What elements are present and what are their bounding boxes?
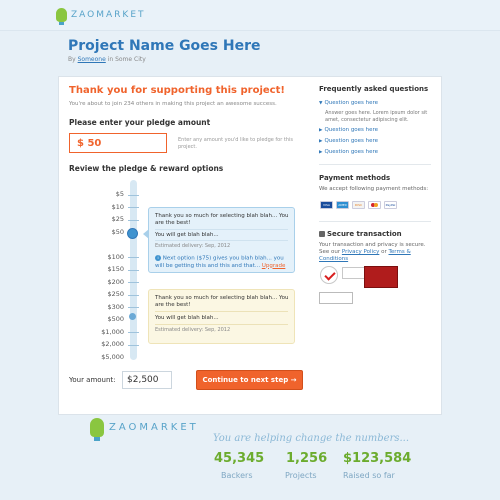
- helping-tagline: You are helping change the numbers...: [213, 433, 410, 444]
- top-bar: ZAOMARKET: [0, 0, 500, 31]
- visa-icon: VISA: [320, 201, 333, 209]
- pledge-value: $ 50: [77, 138, 102, 149]
- reward-delivery: Estimated delivery: Sep, 2012: [155, 243, 231, 249]
- mastercard-icon: [368, 201, 381, 209]
- chevron-right-icon: ▶: [319, 150, 323, 155]
- stat-raised-value: $123,584: [343, 451, 412, 466]
- faq-item[interactable]: ▶ Question goes here: [319, 149, 378, 155]
- slider-tick: [128, 307, 139, 308]
- sitelock-icon: [319, 292, 353, 304]
- stat-backers-value: 45,345: [214, 451, 265, 466]
- your-amount-label: Your amount:: [69, 376, 116, 384]
- reward-option-card[interactable]: Thank you so much for selecting blah bla…: [143, 207, 295, 273]
- stat-projects-label: Projects: [285, 471, 317, 480]
- upgrade-link[interactable]: Upgrade: [262, 263, 286, 269]
- amex-icon: AMEX: [336, 201, 349, 209]
- your-amount-input[interactable]: $2,500: [122, 371, 172, 389]
- divider: [319, 221, 431, 222]
- security-scanned-icon: [364, 266, 398, 288]
- slider-tick: [128, 207, 139, 208]
- amount-option[interactable]: $50: [112, 228, 124, 236]
- stat-raised-label: Raised so far: [343, 471, 395, 480]
- verisign-icon: [342, 267, 366, 279]
- chevron-right-icon: ▶: [319, 139, 323, 144]
- reward-title: Thank you so much for selecting blah bla…: [155, 295, 289, 308]
- faq-item[interactable]: ▼ Question goes here: [319, 100, 378, 106]
- verisign-icon: [320, 266, 338, 284]
- byline: By Someone in Some City: [68, 56, 146, 63]
- faq-heading: Frequently asked questions: [319, 85, 429, 93]
- footer-logo[interactable]: ZAOMARKET: [90, 418, 199, 441]
- page-title: Project Name Goes Here: [68, 38, 261, 54]
- slider-tick: [128, 345, 139, 346]
- secure-text: Your transaction and privacy is secure. …: [319, 242, 426, 262]
- payment-heading: Payment methods: [319, 174, 391, 182]
- paypal-icon: PayPal: [384, 201, 397, 209]
- logo[interactable]: ZAOMARKET: [56, 6, 146, 25]
- slider-tick: [128, 332, 139, 333]
- faq-item[interactable]: ▶ Question goes here: [319, 127, 378, 133]
- pledge-slider-marker[interactable]: [129, 313, 136, 320]
- reward-description: You will get blah blah...: [155, 315, 219, 321]
- logo-text: ZAOMARKET: [71, 10, 146, 20]
- divider: [155, 240, 288, 241]
- pledge-slider-handle[interactable]: [127, 228, 138, 239]
- pledge-label: Please enter your pledge amount: [69, 118, 211, 127]
- amount-option[interactable]: $5,000: [101, 353, 124, 361]
- slider-tick: [128, 270, 139, 271]
- secure-heading: Secure transaction: [319, 230, 402, 238]
- amount-option[interactable]: $300: [107, 303, 124, 311]
- stat-projects-value: 1,256: [286, 451, 328, 466]
- your-amount-value: $2,500: [127, 375, 159, 385]
- amount-option[interactable]: $2,000: [101, 340, 124, 348]
- divider: [155, 324, 288, 325]
- thanks-heading: Thank you for supporting this project!: [69, 85, 285, 96]
- reward-description: You will get blah blah...: [155, 232, 219, 238]
- slider-tick: [128, 220, 139, 221]
- amount-option[interactable]: $1,000: [101, 328, 124, 336]
- slider-tick: [128, 195, 139, 196]
- amount-option[interactable]: $250: [107, 290, 124, 298]
- payment-text: We accept following payment methods:: [319, 186, 429, 192]
- stat-backers-label: Backers: [221, 471, 253, 480]
- reward-delivery: Estimated delivery: Sep, 2012: [155, 327, 231, 333]
- discover-icon: DISC: [352, 201, 365, 209]
- faq-item[interactable]: ▶ Question goes here: [319, 138, 378, 144]
- divider: [155, 229, 288, 230]
- amount-option[interactable]: $150: [107, 265, 124, 273]
- pledge-input[interactable]: $ 50: [69, 133, 167, 153]
- pledge-hint: Enter any amount you'd like to pledge fo…: [178, 137, 294, 150]
- faq-answer: Answer goes here. Lorem ipsum dolor sit …: [325, 110, 428, 123]
- reward-title: Thank you so much for selecting blah bla…: [155, 213, 289, 226]
- lightbulb-icon: [56, 8, 67, 25]
- slider-tick: [128, 282, 139, 283]
- footer-logo-text: ZAOMARKET: [109, 422, 199, 433]
- slider-tick: [128, 257, 139, 258]
- divider: [319, 164, 431, 165]
- continue-button[interactable]: Continue to next step →: [196, 370, 303, 390]
- author-link[interactable]: Someone: [78, 56, 106, 63]
- slider-tick: [128, 295, 139, 296]
- amount-option[interactable]: $100: [107, 253, 124, 261]
- divider: [155, 311, 288, 312]
- chevron-right-icon: ▶: [319, 128, 323, 133]
- thanks-subtext: You're about to join 234 others in makin…: [69, 101, 277, 107]
- review-label: Review the pledge & reward options: [69, 164, 224, 173]
- info-icon: i: [155, 255, 161, 261]
- lock-icon: [319, 231, 325, 237]
- privacy-policy-link[interactable]: Privacy Policy: [342, 249, 379, 255]
- amount-option[interactable]: $500: [107, 315, 124, 323]
- amount-option[interactable]: $25: [112, 215, 124, 223]
- amount-option[interactable]: $200: [107, 278, 124, 286]
- amount-option[interactable]: $5: [116, 190, 124, 198]
- lightbulb-icon: [90, 418, 104, 441]
- chevron-down-icon: ▼: [319, 101, 323, 106]
- next-option-note: i Next option ($75) gives you blah blah.…: [155, 255, 286, 269]
- reward-option-card[interactable]: Thank you so much for selecting blah bla…: [148, 289, 295, 344]
- amount-option[interactable]: $10: [112, 203, 124, 211]
